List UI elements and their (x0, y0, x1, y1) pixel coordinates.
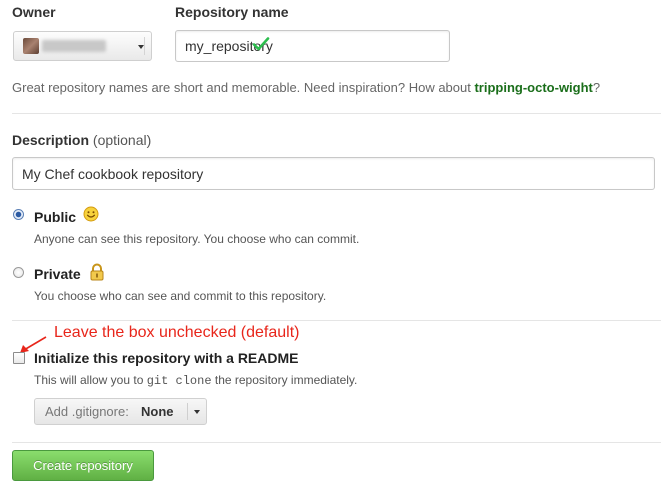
chevron-down-icon (138, 45, 144, 49)
divider (12, 320, 661, 321)
readme-description: This will allow you to git clone the rep… (34, 373, 357, 388)
owner-select[interactable] (13, 31, 152, 61)
smiley-icon (83, 206, 99, 222)
description-label-row: Description (optional) (12, 132, 151, 148)
owner-name-blurred (42, 40, 106, 52)
repository-name-label: Repository name (175, 4, 289, 20)
public-radio[interactable] (13, 209, 24, 220)
owner-select-divider (144, 37, 145, 55)
gitignore-prefix: Add .gitignore: (45, 404, 129, 419)
readme-desc-suffix: the repository immediately. (214, 373, 358, 387)
public-label: Public (34, 209, 77, 225)
private-description: You choose who can see and commit to thi… (34, 289, 327, 303)
valid-check-icon (252, 37, 270, 51)
readme-desc-text: This will allow you to (34, 373, 144, 387)
private-label: Private (34, 266, 81, 282)
description-optional: (optional) (92, 132, 152, 148)
gitignore-select[interactable]: Add .gitignore: None (34, 398, 207, 425)
repository-hint-suffix: ? (592, 80, 601, 95)
readme-label: Initialize this repository with a README (34, 350, 299, 366)
divider (12, 442, 661, 443)
repository-name-input[interactable] (175, 30, 450, 62)
git-clone-code: git clone (146, 374, 212, 388)
description-label: Description (12, 132, 90, 148)
chevron-down-icon (194, 410, 200, 414)
repository-name-hint: Great repository names are short and mem… (12, 80, 600, 95)
owner-avatar (23, 38, 39, 54)
suggested-name-link[interactable]: tripping-octo-wight (474, 80, 592, 95)
owner-label: Owner (12, 4, 56, 20)
description-input[interactable] (12, 157, 655, 190)
annotation-text: Leave the box unchecked (default) (54, 324, 300, 341)
repository-hint-text: Great repository names are short and mem… (12, 80, 475, 95)
gitignore-value: None (141, 404, 174, 419)
create-repository-button[interactable]: Create repository (12, 450, 154, 481)
readme-checkbox[interactable] (13, 352, 25, 364)
public-description: Anyone can see this repository. You choo… (34, 232, 360, 246)
gitignore-divider (187, 403, 188, 420)
lock-icon (90, 263, 104, 281)
private-radio[interactable] (13, 267, 24, 278)
divider (12, 113, 661, 114)
